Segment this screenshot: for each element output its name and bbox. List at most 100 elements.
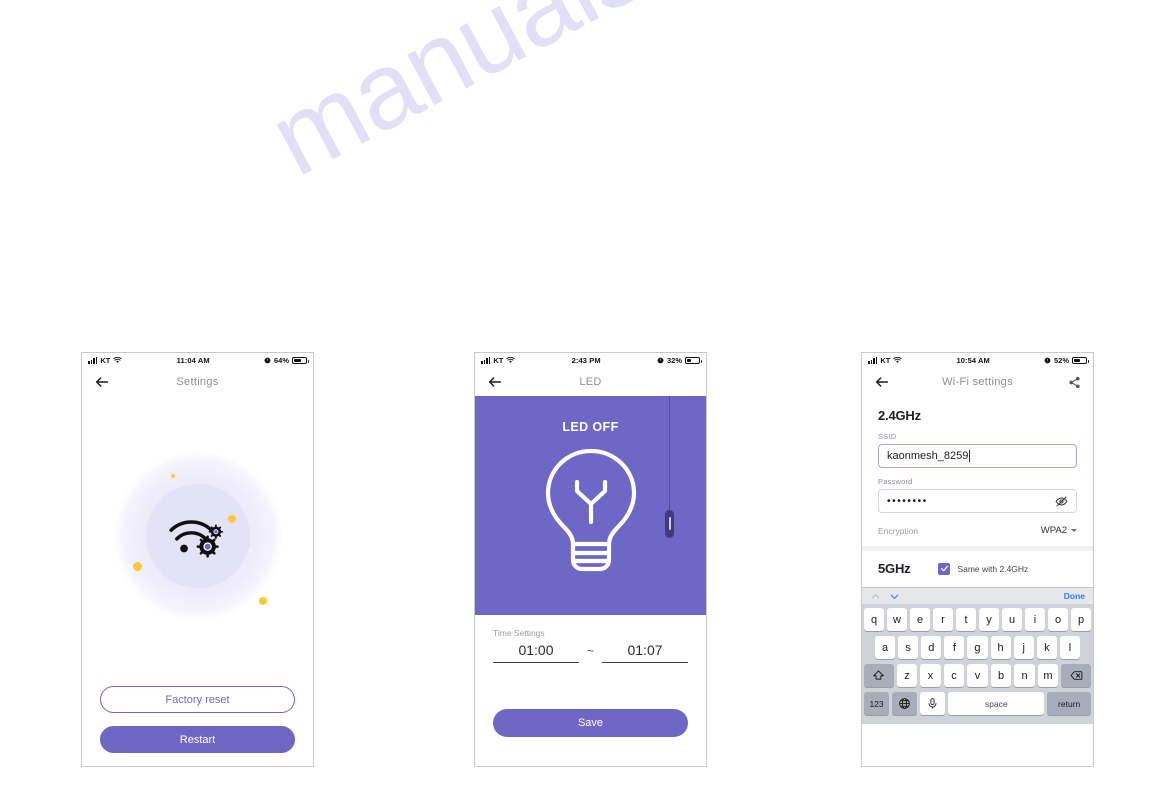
restart-button[interactable]: Restart — [100, 726, 295, 753]
ssid-value: kaonmesh_8259 — [887, 450, 969, 462]
led-state-label: LED OFF — [562, 420, 619, 434]
alarm-icon — [657, 357, 664, 364]
settings-body: Factory reset Restart — [82, 396, 313, 766]
same-with-24ghz-checkbox[interactable] — [938, 562, 951, 575]
alarm-icon — [264, 357, 271, 364]
phone-screenshot-wifi-settings: KT 10:54 AM 52% Wi-Fi settings 2.4GHz SS… — [861, 352, 1094, 767]
backspace-key[interactable] — [1061, 664, 1091, 687]
numbers-key[interactable]: 123 — [864, 692, 890, 715]
key-f[interactable]: f — [944, 636, 965, 659]
key-s[interactable]: s — [898, 636, 919, 659]
light-bulb-icon[interactable] — [542, 446, 640, 574]
factory-reset-label: Factory reset — [165, 693, 230, 706]
key-y[interactable]: y — [979, 608, 999, 631]
nav-bar: Wi-Fi settings — [862, 368, 1093, 396]
key-k[interactable]: k — [1036, 636, 1057, 659]
led-hero: LED OFF — [475, 396, 706, 615]
shift-key[interactable] — [864, 664, 894, 687]
start-time-field[interactable]: 01:00 — [493, 642, 579, 663]
arrow-left-icon[interactable] — [94, 374, 110, 390]
factory-reset-button[interactable]: Factory reset — [100, 686, 295, 713]
key-q[interactable]: q — [864, 608, 884, 631]
key-j[interactable]: j — [1013, 636, 1034, 659]
share-icon[interactable] — [1068, 376, 1081, 389]
ssid-input[interactable]: kaonmesh_8259 — [878, 444, 1077, 468]
key-i[interactable]: i — [1025, 608, 1045, 631]
key-z[interactable]: z — [896, 664, 918, 687]
arrow-left-icon[interactable] — [874, 374, 890, 390]
encryption-row[interactable]: Encryption WPA2 — [878, 522, 1077, 546]
signal-bars-icon — [868, 357, 878, 364]
key-m[interactable]: m — [1037, 664, 1059, 687]
eye-off-icon[interactable] — [1055, 495, 1068, 508]
save-label: Save — [577, 717, 604, 729]
globe-key[interactable] — [892, 692, 918, 715]
save-button[interactable]: Save — [493, 709, 688, 737]
encryption-value: WPA2 — [1040, 525, 1067, 536]
status-bar-left: KT — [868, 356, 903, 365]
chevron-up-icon[interactable] — [870, 591, 881, 602]
battery-percent-label: 32% — [666, 356, 682, 365]
battery-icon — [292, 357, 309, 364]
battery-percent-label: 64% — [273, 356, 289, 365]
keyboard-row-4: 123 space return — [864, 692, 1091, 715]
signal-bars-icon — [481, 357, 491, 364]
time-range-row: 01:00 ~ 01:07 — [493, 642, 689, 663]
text-caret — [969, 450, 971, 462]
keyboard-done-button[interactable]: Done — [1064, 591, 1085, 601]
key-l[interactable]: l — [1059, 636, 1080, 659]
chevron-down-icon[interactable] — [889, 591, 900, 602]
band-24-section: 2.4GHz SSID kaonmesh_8259 Password •••••… — [862, 396, 1093, 546]
key-n[interactable]: n — [1014, 664, 1035, 687]
password-label: Password — [878, 477, 913, 486]
dictation-key[interactable] — [920, 692, 946, 715]
key-p[interactable]: p — [1071, 608, 1091, 631]
key-g[interactable]: g — [967, 636, 988, 659]
decor-dot — [171, 474, 175, 478]
band-5-section: 5GHz Same with 2.4GHz — [862, 551, 1093, 587]
ssid-label: SSID — [878, 432, 897, 441]
status-bar-left: KT — [88, 356, 123, 365]
key-h[interactable]: h — [990, 636, 1011, 659]
key-w[interactable]: w — [887, 608, 907, 631]
key-a[interactable]: a — [875, 636, 896, 659]
onscreen-keyboard: Done qwertyuiop asdfghjkl zxcvbnm 123 sp… — [862, 587, 1093, 724]
return-key[interactable]: return — [1047, 692, 1091, 715]
key-o[interactable]: o — [1048, 608, 1068, 631]
wifi-icon — [893, 357, 903, 363]
key-x[interactable]: x — [920, 664, 941, 687]
nav-bar: Settings — [82, 368, 313, 396]
band-5-row: 5GHz Same with 2.4GHz — [878, 551, 1077, 587]
pull-cord-icon[interactable] — [665, 510, 674, 538]
arrow-left-icon[interactable] — [487, 374, 503, 390]
phone-screenshot-settings: KT 11:04 AM 64% Settings Factory reset R… — [81, 352, 314, 767]
encryption-select[interactable]: WPA2 — [1041, 525, 1077, 536]
space-key[interactable]: space — [948, 692, 1045, 715]
shift-icon — [873, 670, 885, 680]
key-e[interactable]: e — [910, 608, 930, 631]
end-time-field[interactable]: 01:07 — [602, 642, 689, 663]
decor-dot — [259, 597, 267, 605]
key-u[interactable]: u — [1002, 608, 1022, 631]
signal-bars-icon — [88, 357, 98, 364]
key-v[interactable]: v — [967, 664, 988, 687]
keyboard-row-3: zxcvbnm — [864, 664, 1091, 687]
keyboard-accessory-bar: Done — [862, 587, 1093, 604]
restart-label: Restart — [179, 733, 216, 746]
key-r[interactable]: r — [933, 608, 953, 631]
status-bar-right: 64% — [264, 356, 309, 365]
key-c[interactable]: c — [943, 664, 965, 687]
pull-cord-line — [669, 396, 670, 512]
time-settings-label: Time Settings — [493, 628, 545, 638]
status-bar-time: 10:54 AM — [956, 356, 990, 365]
page-title: Settings — [176, 376, 219, 388]
password-input[interactable]: •••••••• — [878, 489, 1077, 513]
keyboard-row-1: qwertyuiop — [864, 608, 1091, 631]
keyboard-row-2: asdfghjkl — [864, 636, 1091, 659]
key-t[interactable]: t — [956, 608, 976, 631]
battery-icon — [1072, 357, 1089, 364]
chevron-down-icon — [1071, 529, 1077, 532]
time-settings-section: Time Settings 01:00 ~ 01:07 Save — [475, 615, 706, 766]
key-d[interactable]: d — [921, 636, 942, 659]
key-b[interactable]: b — [990, 664, 1012, 687]
